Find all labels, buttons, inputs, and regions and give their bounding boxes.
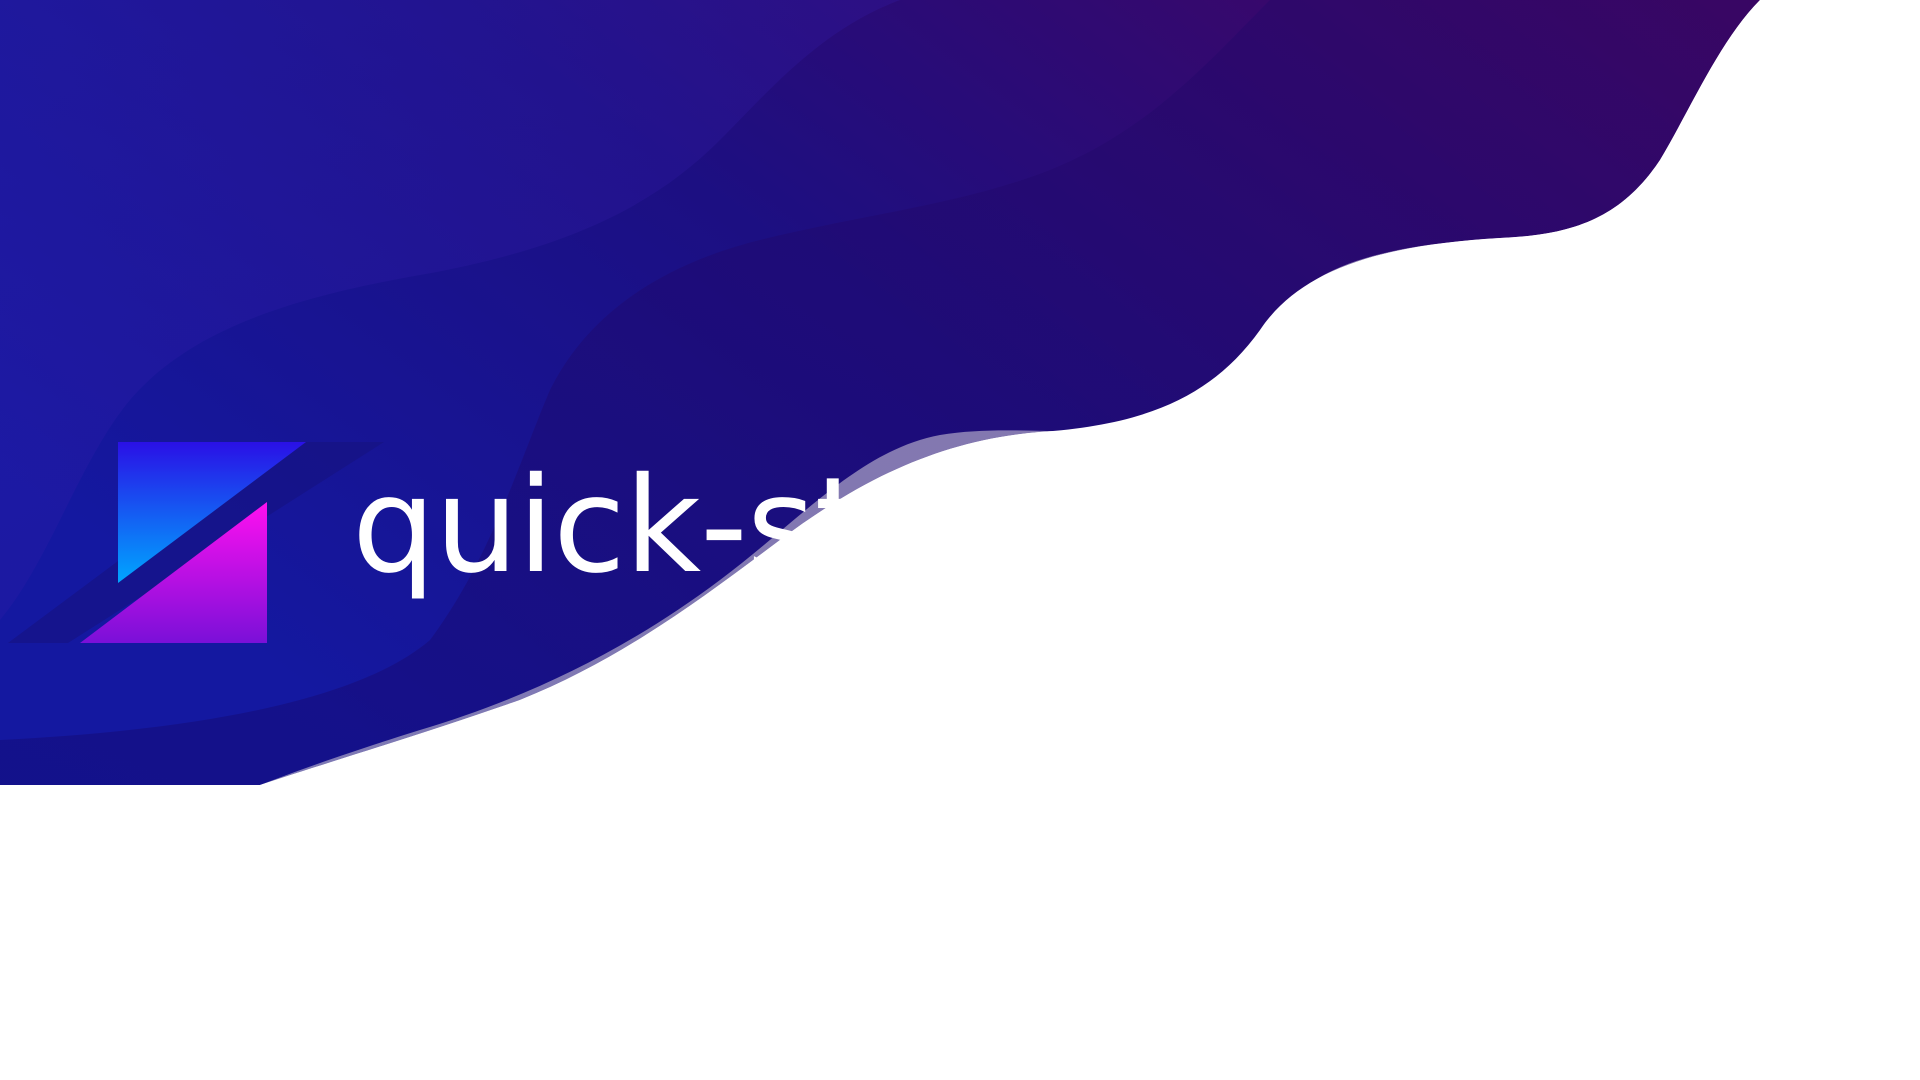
split-square-logo-icon bbox=[8, 442, 384, 643]
hero-canvas: quick-st bbox=[0, 0, 1920, 1080]
brand-name: quick-st bbox=[352, 449, 866, 603]
